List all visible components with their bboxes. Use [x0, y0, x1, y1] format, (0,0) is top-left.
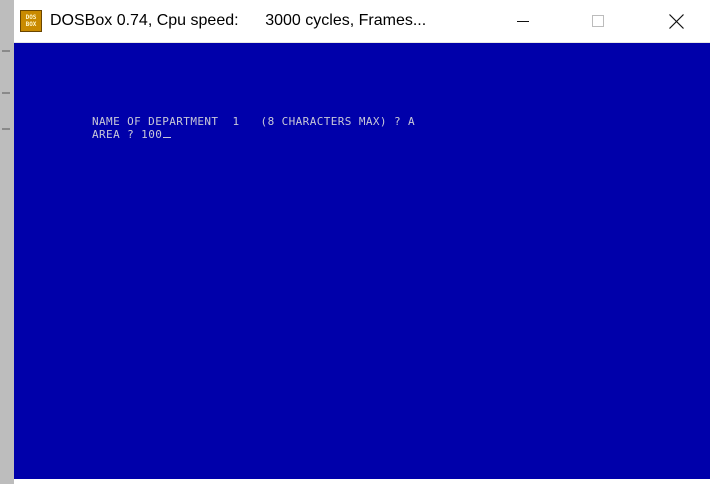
area-prompt-line: AREA ? 100: [92, 128, 172, 141]
area-input-value[interactable]: 100: [141, 128, 162, 141]
maximize-button[interactable]: [575, 0, 621, 42]
title-bar[interactable]: DOS BOX DOSBox 0.74, Cpu speed: 3000 cyc…: [14, 0, 710, 43]
dosbox-window: DOS BOX DOSBox 0.74, Cpu speed: 3000 cyc…: [0, 0, 710, 484]
strip-mark: [2, 50, 10, 52]
area-prompt-label: AREA ?: [92, 128, 142, 141]
dos-screen[interactable]: NAME OF DEPARTMENT 1 (8 CHARACTERS MAX) …: [14, 43, 710, 479]
close-button[interactable]: [653, 0, 699, 42]
strip-mark: [2, 128, 10, 130]
close-icon: [669, 14, 684, 29]
window-bottom-border: [14, 479, 710, 484]
text-cursor: [163, 137, 172, 138]
strip-mark: [2, 92, 10, 94]
department-name-prompt: NAME OF DEPARTMENT 1 (8 CHARACTERS MAX) …: [92, 115, 416, 128]
desktop-background-strip: [0, 0, 14, 484]
dosbox-app-icon[interactable]: DOS BOX: [20, 10, 42, 32]
window-title: DOSBox 0.74, Cpu speed: 3000 cycles, Fra…: [50, 12, 427, 29]
minimize-button[interactable]: [500, 0, 546, 42]
